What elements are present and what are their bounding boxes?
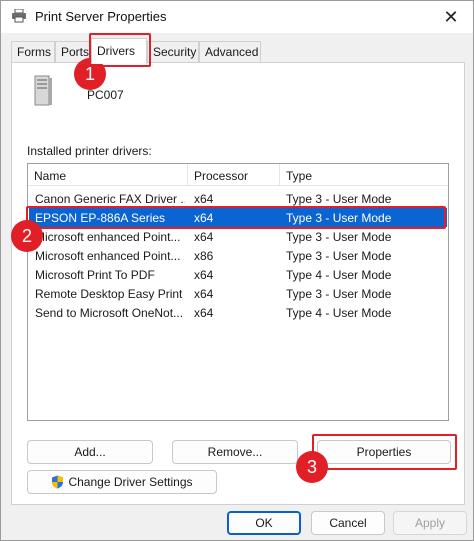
driver-name: EPSON EP-886A Series [35,211,166,225]
change-driver-settings-label: Change Driver Settings [68,475,193,489]
print-server-properties-window: Print Server Properties ✕ Forms Ports Dr… [0,0,474,541]
server-name: PC007 [87,88,124,102]
tab-drivers[interactable]: Drivers [91,38,147,64]
annotation-badge-3: 3 [296,451,328,483]
driver-processor: x64 [194,268,214,282]
driver-type: Type 3 - User Mode [286,249,392,263]
driver-type: Type 3 - User Mode [286,211,392,225]
add-button[interactable]: Add... [27,440,153,464]
tab-advanced[interactable]: Advanced [199,41,261,63]
driver-row[interactable]: Send to Microsoft OneNot... x64 Type 4 -… [29,303,447,322]
close-icon: ✕ [443,6,459,27]
driver-name: Microsoft Print To PDF [35,268,155,282]
driver-name: Send to Microsoft OneNot... [35,306,184,320]
driver-name: Canon Generic FAX Driver ... [35,192,185,206]
installed-drivers-label: Installed printer drivers: [27,144,152,158]
ok-button[interactable]: OK [227,511,301,535]
column-header-processor[interactable]: Processor [188,164,280,186]
title-bar: Print Server Properties ✕ [1,1,473,33]
driver-processor: x64 [194,192,214,206]
column-header-name[interactable]: Name [28,164,188,186]
driver-type: Type 3 - User Mode [286,287,392,301]
driver-name: Remote Desktop Easy Print [35,287,183,301]
driver-processor: x64 [194,211,214,225]
window-title: Print Server Properties [35,9,167,24]
driver-name: Microsoft enhanced Point... [35,230,181,244]
drivers-list[interactable]: Name Processor Type Canon Generic FAX Dr… [27,163,449,421]
driver-row[interactable]: Microsoft enhanced Point... x86 Type 3 -… [29,246,447,265]
driver-name: Microsoft enhanced Point... [35,249,181,263]
driver-processor: x64 [194,306,214,320]
cancel-button[interactable]: Cancel [311,511,385,535]
driver-row[interactable]: Microsoft enhanced Point... x64 Type 3 -… [29,227,447,246]
tab-security[interactable]: Security [147,41,199,63]
driver-row[interactable]: Canon Generic FAX Driver ... x64 Type 3 … [29,189,447,208]
column-header-type[interactable]: Type [280,164,448,186]
driver-type: Type 4 - User Mode [286,268,392,282]
driver-processor: x64 [194,287,214,301]
annotation-badge-2: 2 [11,220,43,252]
driver-type: Type 3 - User Mode [286,192,392,206]
driver-processor: x86 [194,249,214,263]
list-header: Name Processor Type [28,164,448,186]
change-driver-settings-button[interactable]: Change Driver Settings [27,470,217,494]
driver-row-selected[interactable]: EPSON EP-886A Series x64 Type 3 - User M… [29,208,447,227]
driver-row[interactable]: Remote Desktop Easy Print x64 Type 3 - U… [29,284,447,303]
server-icon [33,75,53,107]
printer-icon [11,8,27,23]
driver-type: Type 4 - User Mode [286,306,392,320]
driver-row[interactable]: Microsoft Print To PDF x64 Type 4 - User… [29,265,447,284]
driver-type: Type 3 - User Mode [286,230,392,244]
uac-shield-icon [51,475,64,489]
apply-button[interactable]: Apply [393,511,467,535]
remove-button[interactable]: Remove... [172,440,298,464]
driver-processor: x64 [194,230,214,244]
tab-strip: Forms Ports Drivers Security Advanced [11,38,465,64]
tab-forms[interactable]: Forms [11,41,55,63]
properties-button[interactable]: Properties [317,440,451,464]
close-button[interactable]: ✕ [437,5,465,29]
